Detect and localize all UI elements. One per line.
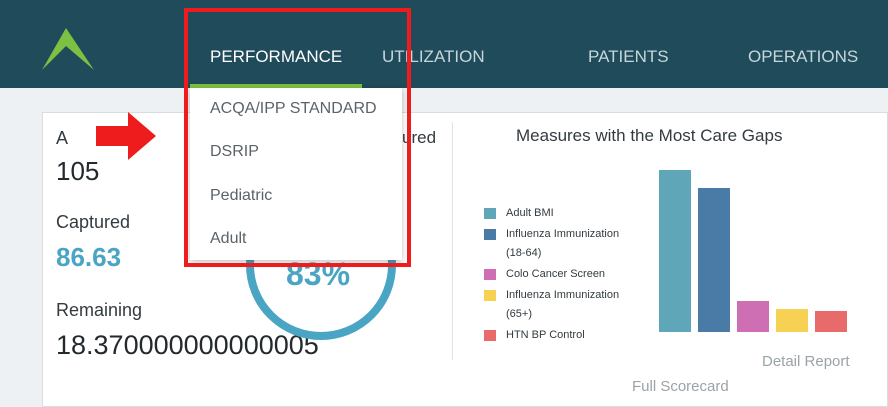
chart-bar[interactable] [737,301,769,332]
legend-swatch [484,208,496,219]
annotation-highlight-box [184,8,411,267]
stat-remaining-label: Remaining [56,300,143,320]
legend-label: Influenza Immunization (18-64) [506,228,620,259]
legend-item: Influenza Immunization (65+) [482,286,632,324]
legend-swatch [484,290,496,301]
annotation-arrow-icon [96,112,156,160]
legend-item: Colo Cancer Screen [482,265,632,284]
nav-tab-patients[interactable]: PATIENTS [588,47,669,67]
legend-item: Influenza Immunization (18-64) [482,225,632,263]
chart-bar[interactable] [776,309,808,332]
stat-total-value: 105 [56,156,100,186]
detail-report-link[interactable]: Detail Report [762,353,850,370]
app-logo-icon[interactable] [36,22,100,74]
section-divider [452,122,453,360]
care-gaps-bar-chart [650,170,860,332]
legend-label: Influenza Immunization (65+) [506,289,620,320]
stat-remaining-value: 18.370000000000005 [56,330,319,360]
top-nav-bar: PERFORMANCE UTILIZATION PATIENTS OPERATI… [0,0,888,88]
legend-swatch [484,229,496,240]
legend-swatch [484,330,496,341]
full-scorecard-link[interactable]: Full Scorecard [632,378,729,395]
chart-bar[interactable] [698,188,730,332]
legend-label: HTN BP Control [506,329,585,341]
stat-captured-value: 86.63 [56,242,122,272]
legend-item: HTN BP Control [482,326,632,345]
stat-captured-label: Captured [56,212,131,232]
chart-bar[interactable] [815,311,847,332]
stat-label-partial: A [56,128,69,148]
chart-bar[interactable] [659,170,691,332]
chart-legend: Adult BMI Influenza Immunization (18-64) C… [482,204,632,347]
legend-swatch [484,269,496,280]
legend-label: Colo Cancer Screen [506,268,606,280]
legend-label: Adult BMI [506,207,554,219]
nav-tab-operations[interactable]: OPERATIONS [748,47,858,67]
chart-title: Measures with the Most Care Gaps [516,126,783,145]
legend-item: Adult BMI [482,204,632,223]
